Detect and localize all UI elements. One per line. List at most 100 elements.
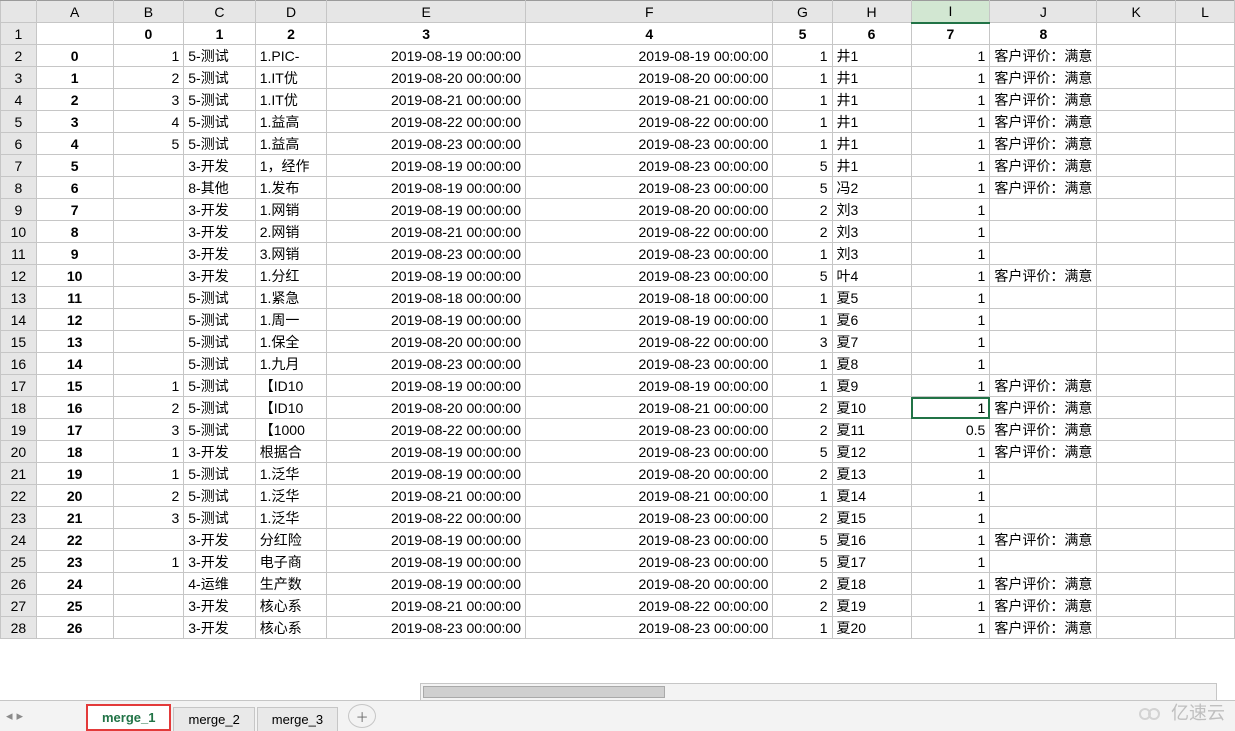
column-header-D[interactable]: D: [255, 1, 327, 23]
column-header-A[interactable]: A: [36, 1, 113, 23]
cell[interactable]: [1175, 243, 1234, 265]
cell[interactable]: 5: [773, 441, 832, 463]
column-header-L[interactable]: L: [1175, 1, 1234, 23]
cell[interactable]: 3-开发: [184, 243, 255, 265]
row-header[interactable]: 8: [1, 177, 37, 199]
cell[interactable]: 6: [36, 177, 113, 199]
cell[interactable]: 2: [773, 199, 832, 221]
cell[interactable]: 23: [36, 551, 113, 573]
cell[interactable]: 夏17: [832, 551, 911, 573]
cell[interactable]: 1: [911, 573, 990, 595]
cell[interactable]: [1175, 441, 1234, 463]
cell[interactable]: 5-测试: [184, 67, 255, 89]
row-header[interactable]: 18: [1, 397, 37, 419]
cell[interactable]: 1: [113, 441, 184, 463]
cell[interactable]: 3.网销: [255, 243, 327, 265]
cell[interactable]: 22: [36, 529, 113, 551]
row-header[interactable]: 20: [1, 441, 37, 463]
cell[interactable]: 5-测试: [184, 507, 255, 529]
cell[interactable]: 5: [773, 265, 832, 287]
cell[interactable]: 5-测试: [184, 353, 255, 375]
cell[interactable]: 2019-08-19 00:00:00: [526, 309, 773, 331]
cell[interactable]: 客户评价：满意: [990, 529, 1097, 551]
cell[interactable]: 2019-08-23 00:00:00: [526, 617, 773, 639]
cell[interactable]: 1.益高: [255, 133, 327, 155]
cell[interactable]: 1: [773, 485, 832, 507]
cell[interactable]: 4: [36, 133, 113, 155]
cell[interactable]: 夏9: [832, 375, 911, 397]
cell[interactable]: 1: [911, 485, 990, 507]
cell[interactable]: 2: [773, 463, 832, 485]
cell[interactable]: 18: [36, 441, 113, 463]
cell[interactable]: 1: [911, 375, 990, 397]
cell[interactable]: 5: [773, 529, 832, 551]
cell[interactable]: [1175, 89, 1234, 111]
row-header[interactable]: 2: [1, 45, 37, 67]
cell[interactable]: [1097, 111, 1176, 133]
cell[interactable]: 客户评价：满意: [990, 265, 1097, 287]
cell[interactable]: 21: [36, 507, 113, 529]
cell[interactable]: 12: [36, 309, 113, 331]
cell[interactable]: [1175, 199, 1234, 221]
cell[interactable]: [1097, 331, 1176, 353]
cell[interactable]: 2019-08-19 00:00:00: [327, 309, 526, 331]
cell[interactable]: 夏12: [832, 441, 911, 463]
cell[interactable]: [1097, 177, 1176, 199]
cell[interactable]: 客户评价：满意: [990, 419, 1097, 441]
cell[interactable]: 2019-08-21 00:00:00: [327, 595, 526, 617]
cell[interactable]: 井1: [832, 155, 911, 177]
cell[interactable]: 2: [773, 221, 832, 243]
cell[interactable]: 1.PIC-: [255, 45, 327, 67]
cell[interactable]: [113, 595, 184, 617]
cell[interactable]: 井1: [832, 133, 911, 155]
cell[interactable]: 2019-08-23 00:00:00: [526, 353, 773, 375]
cell[interactable]: 2019-08-21 00:00:00: [327, 89, 526, 111]
cell[interactable]: 5: [113, 133, 184, 155]
cell[interactable]: 2019-08-19 00:00:00: [327, 375, 526, 397]
cell[interactable]: 夏11: [832, 419, 911, 441]
cell[interactable]: 2019-08-20 00:00:00: [327, 331, 526, 353]
cell[interactable]: 1: [113, 45, 184, 67]
cell[interactable]: 1: [911, 221, 990, 243]
cell[interactable]: 客户评价：满意: [990, 155, 1097, 177]
cell[interactable]: 3: [113, 419, 184, 441]
cell[interactable]: 13: [36, 331, 113, 353]
cell[interactable]: 1: [773, 67, 832, 89]
cell[interactable]: 11: [36, 287, 113, 309]
cell[interactable]: 1: [773, 111, 832, 133]
cell[interactable]: 2019-08-19 00:00:00: [526, 45, 773, 67]
cell[interactable]: 1.分红: [255, 265, 327, 287]
cell[interactable]: 1: [773, 309, 832, 331]
row-header[interactable]: 28: [1, 617, 37, 639]
cell[interactable]: 2019-08-18 00:00:00: [526, 287, 773, 309]
cell[interactable]: [113, 529, 184, 551]
cell[interactable]: 5-测试: [184, 45, 255, 67]
cell[interactable]: 2: [773, 507, 832, 529]
cell[interactable]: 2019-08-21 00:00:00: [526, 485, 773, 507]
cell[interactable]: 2019-08-19 00:00:00: [327, 177, 526, 199]
cell[interactable]: 3: [113, 507, 184, 529]
cell[interactable]: 生产数: [255, 573, 327, 595]
cell[interactable]: 客户评价：满意: [990, 45, 1097, 67]
cell[interactable]: 26: [36, 617, 113, 639]
cell[interactable]: 1: [36, 67, 113, 89]
cell[interactable]: [1097, 375, 1176, 397]
cell[interactable]: 2019-08-23 00:00:00: [327, 353, 526, 375]
cell[interactable]: [1097, 419, 1176, 441]
cell[interactable]: [1175, 485, 1234, 507]
cell[interactable]: 1.泛华: [255, 485, 327, 507]
cell[interactable]: 1: [113, 375, 184, 397]
cell[interactable]: 客户评价：满意: [990, 67, 1097, 89]
cell[interactable]: 夏15: [832, 507, 911, 529]
cell[interactable]: [113, 199, 184, 221]
cell[interactable]: 夏19: [832, 595, 911, 617]
cell[interactable]: 夏10: [832, 397, 911, 419]
cell[interactable]: 1: [911, 463, 990, 485]
cell[interactable]: 3-开发: [184, 199, 255, 221]
cell[interactable]: [1175, 309, 1234, 331]
cell[interactable]: 客户评价：满意: [990, 133, 1097, 155]
cell[interactable]: 2019-08-20 00:00:00: [327, 397, 526, 419]
header-cell[interactable]: 0: [113, 23, 184, 45]
row-header[interactable]: 25: [1, 551, 37, 573]
cell[interactable]: [1097, 617, 1176, 639]
